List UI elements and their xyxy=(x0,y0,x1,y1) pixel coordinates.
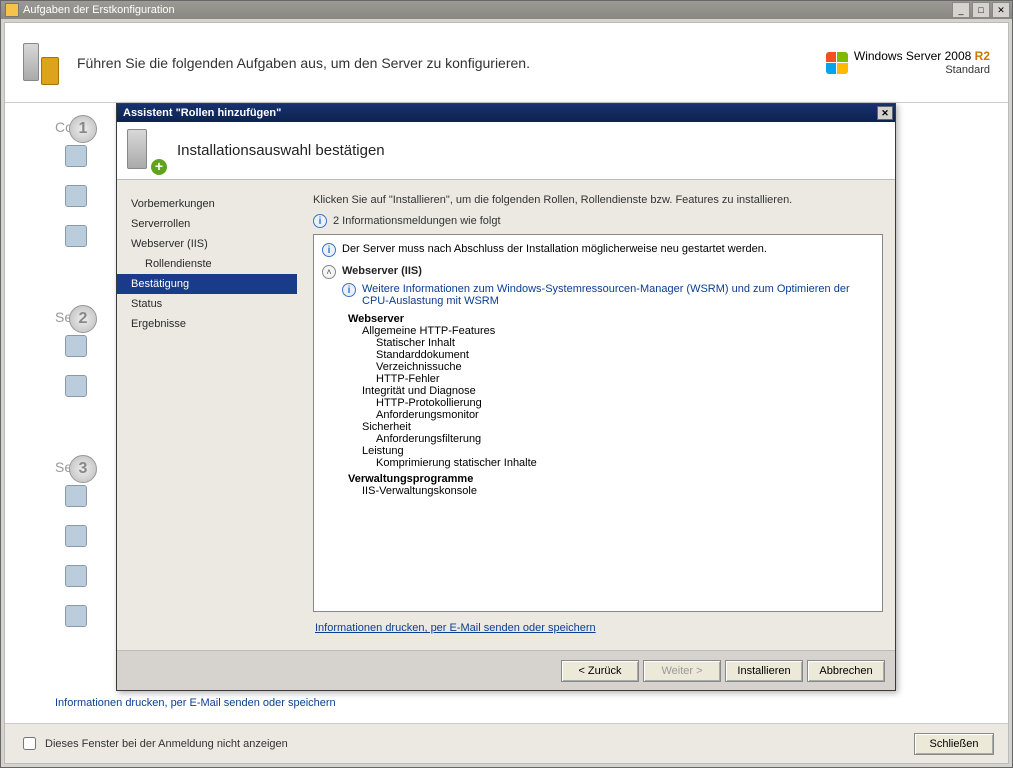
users-icon xyxy=(65,335,87,357)
minimize-button[interactable]: _ xyxy=(952,2,970,18)
role-services-tree: Webserver Allgemeine HTTP-Features Stati… xyxy=(348,313,874,497)
next-button: Weiter > xyxy=(643,660,721,682)
info-icon: i xyxy=(322,243,336,257)
tree-request-monitor: Anforderungsmonitor xyxy=(376,409,874,421)
wizard-nav: Vorbemerkungen Serverrollen Webserver (I… xyxy=(117,180,297,650)
chevron-up-icon[interactable]: ˄ xyxy=(322,265,336,279)
server-feature-icon xyxy=(65,525,87,547)
maximize-button[interactable]: □ xyxy=(972,2,990,18)
tree-default-doc: Standarddokument xyxy=(376,349,874,361)
wizard-close-button[interactable]: ✕ xyxy=(877,106,893,120)
main-title: Aufgaben der Erstkonfiguration xyxy=(23,4,175,16)
tree-management-tools: Verwaltungsprogramme xyxy=(348,473,874,485)
app-icon xyxy=(5,3,19,17)
server-add-icon xyxy=(65,485,87,507)
tree-static-compression: Komprimierung statischer Inhalte xyxy=(376,457,874,469)
step-1-badge: 1 xyxy=(69,115,97,143)
brand-edition: Standard xyxy=(854,63,990,77)
restart-note: Der Server muss nach Abschluss der Insta… xyxy=(342,243,767,255)
footer-bar: Dieses Fenster bei der Anmeldung nicht a… xyxy=(5,723,1008,763)
tree-performance: Leistung xyxy=(362,445,874,457)
key-icon xyxy=(65,145,87,167)
tree-static-content: Statischer Inhalt xyxy=(376,337,874,349)
tree-iis-console: IIS-Verwaltungskonsole xyxy=(362,485,874,497)
tree-webserver: Webserver xyxy=(348,313,874,325)
tree-request-filtering: Anforderungsfilterung xyxy=(376,433,874,445)
remote-icon xyxy=(65,565,87,587)
info-count-line: i 2 Informationsmeldungen wie folgt xyxy=(313,214,883,228)
cancel-button[interactable]: Abbrechen xyxy=(807,660,885,682)
nav-status[interactable]: Status xyxy=(117,294,297,314)
info-icon: i xyxy=(342,283,356,297)
dont-show-checkbox-input[interactable] xyxy=(23,737,36,750)
wizard-print-link[interactable]: Informationen drucken, per E-Mail senden… xyxy=(313,612,883,644)
main-titlebar[interactable]: Aufgaben der Erstkonfiguration _ □ ✕ xyxy=(1,1,1012,19)
dont-show-checkbox[interactable]: Dieses Fenster bei der Anmeldung nicht a… xyxy=(19,734,288,753)
close-main-button[interactable]: Schließen xyxy=(914,733,994,755)
brand-r2: R2 xyxy=(975,49,990,63)
step-2-badge: 2 xyxy=(69,305,97,333)
tree-security: Sicherheit xyxy=(362,421,874,433)
wizard-titlebar[interactable]: Assistent "Rollen hinzufügen" ✕ xyxy=(117,104,895,122)
banner-text: Führen Sie die folgenden Aufgaben aus, u… xyxy=(77,55,530,71)
tree-dir-browsing: Verzeichnissuche xyxy=(376,361,874,373)
install-button[interactable]: Installieren xyxy=(725,660,803,682)
tree-http-errors: HTTP-Fehler xyxy=(376,373,874,385)
brand-year: 2008 xyxy=(945,49,972,63)
confirmation-detail-box[interactable]: i Der Server muss nach Abschluss der Ins… xyxy=(313,234,883,612)
nav-webserver-iis[interactable]: Webserver (IIS) xyxy=(117,234,297,254)
print-info-link[interactable]: Informationen drucken, per E-Mail senden… xyxy=(55,697,336,709)
banner-icon xyxy=(23,43,63,83)
wizard-content: Klicken Sie auf "Installieren", um die f… xyxy=(297,180,895,650)
step-3-badge: 3 xyxy=(69,455,97,483)
calendar-icon xyxy=(65,185,87,207)
brand-server: Server xyxy=(906,49,941,63)
tree-health: Integrität und Diagnose xyxy=(362,385,874,397)
tree-http-logging: HTTP-Protokollierung xyxy=(376,397,874,409)
wizard-header-icon: + xyxy=(127,129,165,173)
info-icon: i xyxy=(313,214,327,228)
wizard-title: Assistent "Rollen hinzufügen" xyxy=(123,107,281,119)
brand-logo: Windows Server 2008 R2 Standard xyxy=(826,49,990,77)
wizard-header-text: Installationsauswahl bestätigen xyxy=(177,142,385,159)
tree-http-features: Allgemeine HTTP-Features xyxy=(362,325,874,337)
update-icon xyxy=(65,375,87,397)
wizard-header: + Installationsauswahl bestätigen xyxy=(117,122,895,180)
wsrm-note[interactable]: Weitere Informationen zum Windows-System… xyxy=(362,283,874,307)
wizard-instruction: Klicken Sie auf "Installieren", um die f… xyxy=(313,194,883,206)
firewall-icon xyxy=(65,605,87,627)
close-button[interactable]: ✕ xyxy=(992,2,1010,18)
nav-vorbemerkungen[interactable]: Vorbemerkungen xyxy=(117,194,297,214)
nav-bestaetigung[interactable]: Bestätigung xyxy=(117,274,297,294)
nav-serverrollen[interactable]: Serverrollen xyxy=(117,214,297,234)
role-header: Webserver (IIS) xyxy=(342,265,422,277)
info-count-text: 2 Informationsmeldungen wie folgt xyxy=(333,215,501,227)
wizard-button-row: < Zurück Weiter > Installieren Abbrechen xyxy=(117,650,895,690)
add-roles-wizard: Assistent "Rollen hinzufügen" ✕ + Instal… xyxy=(116,103,896,691)
windows-flag-icon xyxy=(826,52,848,74)
nav-ergebnisse[interactable]: Ergebnisse xyxy=(117,314,297,334)
banner: Führen Sie die folgenden Aufgaben aus, u… xyxy=(5,23,1008,103)
nav-rollendienste[interactable]: Rollendienste xyxy=(117,254,297,274)
network-icon xyxy=(65,225,87,247)
dont-show-label: Dieses Fenster bei der Anmeldung nicht a… xyxy=(45,738,288,750)
brand-windows: Windows xyxy=(854,49,903,63)
back-button[interactable]: < Zurück xyxy=(561,660,639,682)
